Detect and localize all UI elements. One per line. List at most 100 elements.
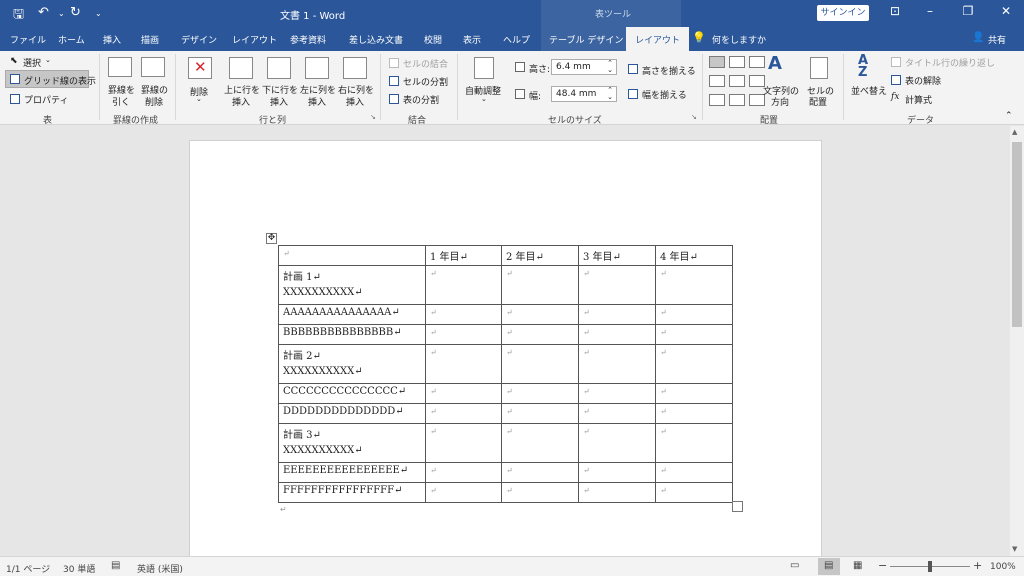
- table-cell[interactable]: ↵: [425, 482, 502, 503]
- text-direction-label-2[interactable]: 方向: [771, 95, 789, 108]
- delete-table-icon[interactable]: ✕: [188, 57, 212, 79]
- table-cell[interactable]: ↵: [655, 344, 733, 384]
- word-count[interactable]: 30 単語: [63, 562, 95, 575]
- scroll-down-icon[interactable]: ▼: [1012, 545, 1017, 553]
- tab-view[interactable]: 表示: [463, 33, 481, 46]
- rowcol-launcher-icon[interactable]: ↘: [370, 113, 376, 121]
- insert-below-icon[interactable]: [267, 57, 291, 79]
- redo-icon[interactable]: ↻: [70, 5, 81, 20]
- table-cell[interactable]: ↵: [425, 423, 502, 463]
- align-bottom-left-icon[interactable]: [709, 94, 725, 106]
- row-label-cell[interactable]: AAAAAAAAAAAAAAA↵: [278, 304, 426, 325]
- row-label-cell[interactable]: FFFFFFFFFFFFFFFF↵: [278, 482, 426, 503]
- table-cell[interactable]: ↵: [425, 324, 502, 345]
- row-label-cell[interactable]: DDDDDDDDDDDDDD↵: [278, 403, 426, 424]
- text-direction-icon[interactable]: A: [768, 53, 782, 74]
- document-table[interactable]: ↵ 1 年目↵ 2 年目↵ 3 年目↵ 4 年目↵ 計画 1↵ XXXXXXXXX…: [278, 245, 733, 503]
- split-cells-button[interactable]: セルの分割: [403, 75, 448, 88]
- scroll-up-icon[interactable]: ▲: [1012, 128, 1017, 136]
- table-cell[interactable]: ↵: [578, 403, 656, 424]
- proofing-icon[interactable]: ▤: [111, 560, 120, 571]
- insert-above-icon[interactable]: [229, 57, 253, 79]
- table-cell[interactable]: ↵: [501, 344, 579, 384]
- table-cell[interactable]: ↵: [425, 304, 502, 325]
- tab-draw[interactable]: 描画: [141, 33, 159, 46]
- table-cell[interactable]: ↵: [425, 403, 502, 424]
- table-cell[interactable]: ↵: [425, 344, 502, 384]
- tab-table-design[interactable]: テーブル デザイン: [549, 33, 623, 46]
- table-cell[interactable]: ↵: [655, 265, 733, 305]
- delete-dropdown-icon[interactable]: ⌄: [196, 95, 202, 103]
- tab-table-layout[interactable]: レイアウト: [626, 27, 690, 51]
- table-cell[interactable]: ↵: [578, 423, 656, 463]
- insert-left-label-2[interactable]: 挿入: [308, 95, 326, 108]
- undo-dropdown-icon[interactable]: ⌄: [58, 9, 65, 18]
- table-cell[interactable]: ↵: [578, 304, 656, 325]
- table-cell[interactable]: ↵: [578, 324, 656, 345]
- table-cell[interactable]: ↵: [578, 265, 656, 305]
- insert-right-icon[interactable]: [343, 57, 367, 79]
- share-button[interactable]: 共有: [988, 33, 1006, 46]
- minimize-icon[interactable]: –: [920, 4, 940, 18]
- table-cell[interactable]: ↵: [655, 423, 733, 463]
- zoom-level[interactable]: 100%: [990, 562, 1016, 572]
- zoom-out-icon[interactable]: −: [878, 559, 887, 572]
- sort-button[interactable]: 並べ替え: [851, 84, 887, 97]
- tab-layout[interactable]: レイアウト: [232, 33, 277, 46]
- repeat-header-button[interactable]: タイトル行の繰り返し: [905, 56, 995, 69]
- autofit-dropdown-icon[interactable]: ⌄: [481, 95, 487, 103]
- autofit-icon[interactable]: [474, 57, 494, 79]
- table-cell[interactable]: ↵: [578, 482, 656, 503]
- width-spinner-icon[interactable]: ⌃ ⌄: [607, 87, 613, 101]
- read-mode-icon[interactable]: ▭: [790, 560, 799, 571]
- merge-cells-button[interactable]: セルの結合: [403, 57, 448, 70]
- tab-home[interactable]: ホーム: [58, 33, 85, 46]
- table-cell[interactable]: ↵: [501, 383, 579, 404]
- table-cell[interactable]: ↵: [501, 403, 579, 424]
- table-cell[interactable]: ↵: [501, 482, 579, 503]
- row-label-cell[interactable]: 計画 2↵ XXXXXXXXXX↵: [278, 344, 426, 384]
- select-button[interactable]: 選択: [23, 56, 41, 69]
- tab-references[interactable]: 参考資料: [290, 33, 326, 46]
- header-cell[interactable]: ↵: [278, 245, 426, 266]
- zoom-in-icon[interactable]: +: [973, 559, 982, 572]
- web-layout-icon[interactable]: ▦: [853, 560, 862, 571]
- table-cell[interactable]: ↵: [425, 383, 502, 404]
- split-table-button[interactable]: 表の分割: [403, 93, 439, 106]
- select-dropdown-icon[interactable]: ⌄: [45, 56, 51, 64]
- header-cell[interactable]: 2 年目↵: [501, 245, 579, 266]
- restore-icon[interactable]: ❐: [958, 4, 978, 18]
- eraser-icon[interactable]: [141, 57, 165, 77]
- table-cell[interactable]: ↵: [578, 383, 656, 404]
- sort-icon[interactable]: AZ: [858, 54, 868, 79]
- header-cell[interactable]: 4 年目↵: [655, 245, 733, 266]
- width-input[interactable]: 48.4 mm ⌃ ⌄: [551, 86, 617, 102]
- row-label-cell[interactable]: BBBBBBBBBBBBBBB↵: [278, 324, 426, 345]
- align-middle-center-icon[interactable]: [729, 75, 745, 87]
- table-cell[interactable]: ↵: [655, 324, 733, 345]
- collapse-ribbon-icon[interactable]: ⌃: [1005, 111, 1013, 121]
- row-label-cell[interactable]: 計画 3↵ XXXXXXXXXX↵: [278, 423, 426, 463]
- height-spinner-icon[interactable]: ⌃ ⌄: [607, 60, 613, 74]
- tab-review[interactable]: 校閲: [424, 33, 442, 46]
- insert-left-icon[interactable]: [305, 57, 329, 79]
- header-cell[interactable]: 1 年目↵: [425, 245, 502, 266]
- distribute-cols-button[interactable]: 幅を揃える: [642, 88, 687, 101]
- scroll-thumb[interactable]: [1012, 142, 1022, 327]
- align-bottom-center-icon[interactable]: [729, 94, 745, 106]
- tab-design[interactable]: デザイン: [181, 33, 217, 46]
- save-icon[interactable]: 🖫: [13, 5, 24, 27]
- formula-button[interactable]: 計算式: [905, 93, 932, 106]
- zoom-slider-thumb[interactable]: [928, 561, 932, 572]
- cellsize-launcher-icon[interactable]: ↘: [691, 113, 697, 121]
- table-cell[interactable]: ↵: [501, 324, 579, 345]
- table-cell[interactable]: ↵: [655, 383, 733, 404]
- cell-margins-icon[interactable]: [810, 57, 828, 79]
- language-indicator[interactable]: 英語 (米国): [137, 562, 183, 575]
- draw-table-icon[interactable]: [108, 57, 132, 77]
- row-label-cell[interactable]: 計画 1↵ XXXXXXXXXX↵: [278, 265, 426, 305]
- tell-me-input[interactable]: 何をしますか: [712, 33, 766, 46]
- align-middle-left-icon[interactable]: [709, 75, 725, 87]
- signin-button[interactable]: サインイン: [817, 5, 869, 21]
- row-label-cell[interactable]: EEEEEEEEEEEEEEEE↵: [278, 462, 426, 483]
